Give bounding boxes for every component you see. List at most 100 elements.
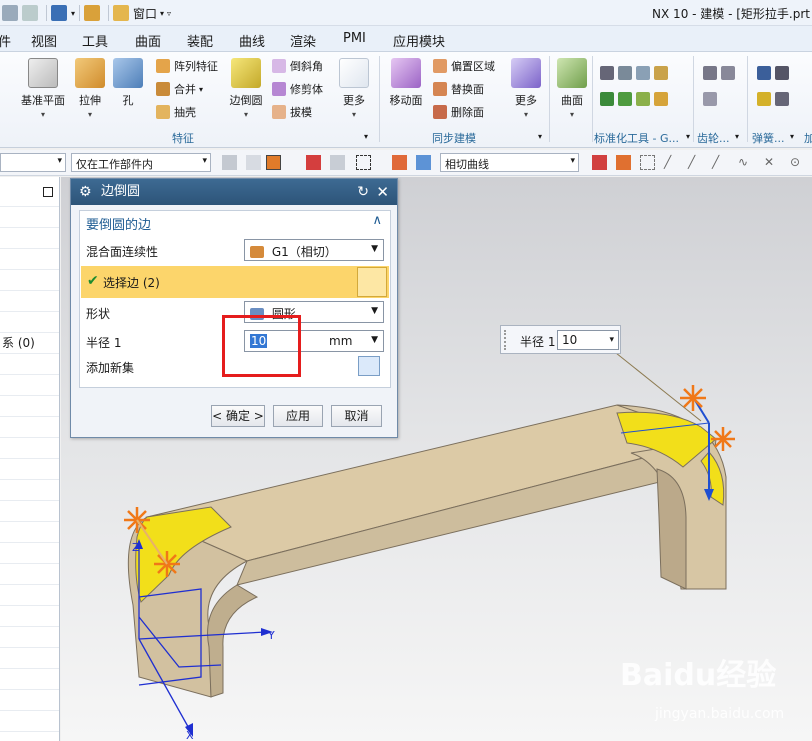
list-item[interactable] [0,585,59,606]
touch-mode-icon[interactable] [84,5,101,21]
pattern-feature-button[interactable]: 阵列特征 [156,58,218,74]
select-all-icon[interactable] [392,155,407,170]
selection-scope-dropdown[interactable]: 仅在工作部件内 ▾ [71,153,211,172]
tab-surface[interactable]: 曲面 [135,31,161,50]
tool-icon[interactable] [636,66,650,80]
spring-tool-icon[interactable] [757,66,771,80]
tool-icon[interactable] [600,92,614,106]
group-expand-icon[interactable]: ▾ [364,132,368,141]
select-edge-row[interactable]: ✔ 选择边 (2) [81,266,389,298]
gear-icon[interactable]: ⚙ [79,179,92,205]
tab-assembly[interactable]: 装配 [187,31,213,50]
trim-body-button[interactable]: 修剪体 [272,81,323,97]
list-item[interactable] [0,354,59,375]
tool-icon[interactable] [654,92,668,106]
drag-grip-icon[interactable] [504,330,510,350]
spring-tool-icon[interactable] [775,92,789,106]
list-item[interactable] [0,375,59,396]
customize-icon[interactable]: ▿ [167,9,171,18]
list-item[interactable]: 系 (0) [0,333,59,354]
curve-rule-dropdown[interactable]: 相切曲线 ▾ [440,153,579,172]
endpoint-icon[interactable]: ╱ [664,155,679,170]
continuity-dropdown[interactable]: G1（相切） ▼ [244,239,384,261]
list-item[interactable] [0,669,59,690]
quadrant-icon[interactable]: ⊙ [790,155,805,170]
spring-tool-icon[interactable] [757,92,771,106]
onscreen-radius-field[interactable]: 10 ▾ [557,330,619,350]
cancel-button[interactable]: 取消 [331,405,382,427]
list-item[interactable] [0,396,59,417]
list-item[interactable] [0,690,59,711]
list-item[interactable] [0,606,59,627]
point-snap-icon[interactable] [306,155,321,170]
list-item[interactable] [0,501,59,522]
dropdown-icon[interactable]: ▾ [71,9,75,18]
tab-applications[interactable]: 应用模块 [393,31,445,50]
list-item[interactable] [0,270,59,291]
apply-button[interactable]: 应用 [273,405,323,427]
draft-button[interactable]: 拔模 [272,104,312,120]
list-item[interactable] [0,711,59,732]
connect-icon[interactable] [330,155,345,170]
surface-button[interactable]: 曲面 ▾ [555,58,589,119]
tool-icon[interactable] [618,92,632,106]
spring-tool-icon[interactable] [775,66,789,80]
group-expand-icon[interactable]: ▾ [790,132,794,141]
extrude-button[interactable]: 拉伸 ▾ [72,58,108,119]
hole-button[interactable]: 孔 [113,58,143,108]
follow-fillet-icon[interactable] [616,155,631,170]
shell-button[interactable]: 抽壳 [156,104,196,120]
rectangle-select-icon[interactable] [356,155,371,170]
gear-tool-icon[interactable] [721,66,735,80]
list-item[interactable] [0,564,59,585]
list-item[interactable] [0,543,59,564]
list-item[interactable] [0,459,59,480]
tab-pmi[interactable]: PMI [343,31,366,46]
unite-button[interactable]: 合并 ▾ [156,81,203,97]
tab-file[interactable]: 件 [0,31,11,50]
tab-tools[interactable]: 工具 [82,31,108,50]
dialog-title-bar[interactable]: ⚙ 边倒圆 ↻ ✕ [71,179,397,205]
copy-icon[interactable] [22,5,38,21]
select-mode-icon[interactable] [266,155,281,170]
intersection-icon[interactable]: ∿ [738,155,753,170]
group-expand-icon[interactable]: ▾ [686,132,690,141]
list-item[interactable] [0,480,59,501]
ok-button[interactable]: < 确定 > [211,405,265,427]
close-icon[interactable]: ✕ [376,179,389,205]
list-item[interactable] [0,417,59,438]
collapse-icon[interactable]: ∧ [372,213,382,228]
sync-more-button[interactable]: 更多 ▾ [509,58,543,119]
group-expand-icon[interactable]: ▾ [538,132,542,141]
offset-region-button[interactable]: 偏置区域 [433,58,495,74]
tab-render[interactable]: 渲染 [290,31,316,50]
type-filter-dropdown[interactable]: ▾ [0,153,66,172]
snap-icon[interactable] [246,155,261,170]
delete-face-button[interactable]: 删除面 [433,104,484,120]
open-icon[interactable] [2,5,18,21]
gear-tool-icon[interactable] [703,66,717,80]
filter-icon[interactable] [222,155,237,170]
tab-curve[interactable]: 曲线 [239,31,265,50]
list-item[interactable] [0,627,59,648]
select-cube-icon[interactable] [357,267,387,297]
snap-point-icon[interactable] [640,155,655,170]
tool-icon[interactable] [600,66,614,80]
tool-icon[interactable] [636,92,650,106]
dropdown-icon[interactable]: ▼ [371,335,378,345]
window-dropdown-icon[interactable]: ▾ [160,9,164,18]
feature-more-button[interactable]: 更多 ▾ [337,58,371,119]
list-item[interactable] [0,291,59,312]
group-expand-icon[interactable]: ▾ [735,132,739,141]
section-header[interactable]: 要倒圆的边 [86,214,151,233]
chamfer-button[interactable]: 倒斜角 [272,58,323,74]
tab-view[interactable]: 视图 [31,31,57,50]
window-menu[interactable]: 窗口 [133,5,157,22]
add-new-set-button[interactable] [358,356,380,376]
midpoint-icon[interactable]: ╱ [688,155,703,170]
control-point-icon[interactable]: ╱ [712,155,727,170]
command-finder-icon[interactable] [51,5,67,21]
dropdown-icon[interactable]: ▾ [609,335,614,345]
list-item[interactable] [0,522,59,543]
maximize-icon[interactable] [43,187,53,197]
